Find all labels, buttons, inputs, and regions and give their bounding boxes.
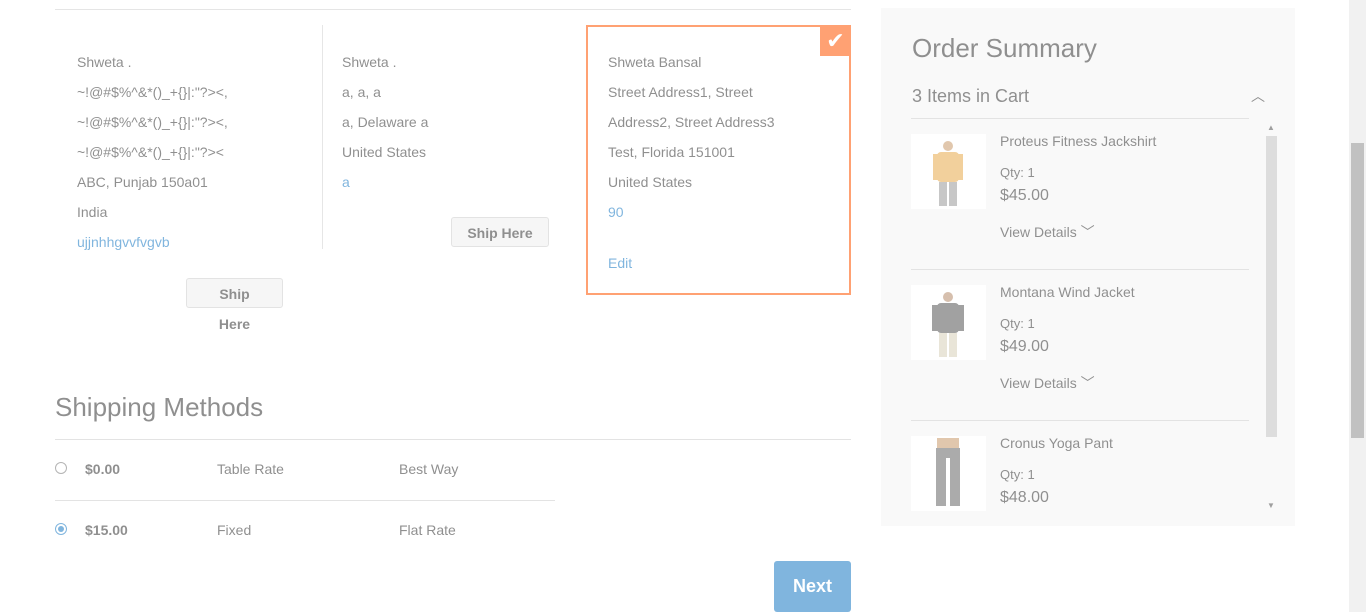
carrier-title: Flat Rate [399,522,456,538]
phone-link[interactable]: ujjnhhgvvfvgvb [77,227,228,257]
address-line: United States [342,144,427,160]
product-image [936,438,960,506]
address-line: India [77,204,108,220]
ship-here-button[interactable]: Ship Here [451,217,549,247]
product-price: $48.00 [1000,489,1049,506]
product-price: $49.00 [1000,338,1049,355]
address-line: ~!@#$%^&*()_+{}|:"?><, [77,84,228,100]
product-thumbnail [911,436,986,511]
view-details-toggle[interactable]: View Details ﹀ [1000,373,1095,393]
view-details-toggle[interactable]: View Details ﹀ [1000,222,1095,242]
scroll-down-icon[interactable]: ▼ [1267,501,1275,510]
address-line: United States [608,174,693,190]
chevron-up-icon[interactable]: ︿ [1251,86,1265,106]
shipping-method-row[interactable]: $0.00 Table Rate Best Way [55,440,555,501]
phone-link[interactable]: a [342,167,428,197]
cart-item: Cronus Yoga Pant Qty: 1 $48.00 [911,421,1249,511]
view-details-label: View Details [1000,375,1077,391]
shipping-method-radio[interactable] [55,462,67,474]
product-thumbnail [911,285,986,360]
method-price: $15.00 [85,522,128,538]
shipping-address-card: Shweta . a, a, a a, Delaware a United St… [342,47,428,197]
divider [322,25,323,249]
address-line: Shweta Bansal [608,54,702,70]
address-line: Shweta . [342,54,397,70]
view-details-label: View Details [1000,224,1077,240]
shipping-address-card: Shweta Bansal Street Address1, Street Ad… [608,47,775,227]
address-line: Address2, Street Address3 [608,114,775,130]
method-price: $0.00 [85,461,121,477]
edit-address-link[interactable]: Edit [608,248,632,278]
shipping-method-row[interactable]: $15.00 Fixed Flat Rate [55,501,555,561]
cart-item: Montana Wind Jacket Qty: 1 $49.00 View D… [911,270,1249,421]
cart-scrollbar[interactable]: ▲ ▼ [1265,123,1278,510]
page-scroll-thumb[interactable] [1351,143,1364,438]
cart-item-list: Proteus Fitness Jackshirt Qty: 1 $45.00 … [911,119,1249,511]
product-qty: Qty: 1 [1000,467,1035,482]
cart-item: Proteus Fitness Jackshirt Qty: 1 $45.00 … [911,119,1249,270]
phone-link[interactable]: 90 [608,197,775,227]
product-qty: Qty: 1 [1000,165,1035,180]
product-name: Cronus Yoga Pant [1000,435,1113,451]
scroll-thumb[interactable] [1266,136,1277,437]
address-line: Street Address1, Street [608,84,753,100]
ship-here-button[interactable]: Ship Here [186,278,283,332]
shipping-methods-title: Shipping Methods [55,392,264,422]
address-line: Shweta . [77,54,132,70]
product-image [933,141,963,206]
shipping-address-card: Shweta . ~!@#$%^&*()_+{}|:"?><, ~!@#$%^&… [77,47,228,257]
order-summary-title: Order Summary [912,33,1097,63]
checkmark-icon: ✔ [820,25,851,56]
method-title: Fixed [217,522,252,538]
product-qty: Qty: 1 [1000,316,1035,331]
items-in-cart-toggle[interactable]: 3 Items in Cart [912,86,1029,107]
product-image [932,292,964,357]
shipping-method-radio[interactable] [55,523,67,535]
product-name: Montana Wind Jacket [1000,284,1135,300]
order-summary: Order Summary 3 Items in Cart ︿ Proteus … [881,8,1295,526]
address-line: ~!@#$%^&*()_+{}|:"?><, [77,114,228,130]
method-title: Table Rate [217,461,284,477]
chevron-down-icon: ﹀ [1080,224,1095,240]
product-thumbnail [911,134,986,209]
product-name: Proteus Fitness Jackshirt [1000,133,1157,149]
address-line: ABC, Punjab 150a01 [77,174,208,190]
address-line: Test, Florida 151001 [608,144,735,160]
carrier-title: Best Way [399,461,459,477]
divider [55,9,851,10]
address-line: a, a, a [342,84,381,100]
chevron-down-icon: ﹀ [1080,375,1095,391]
next-button[interactable]: Next [774,561,851,612]
address-line: a, Delaware a [342,114,429,130]
scroll-up-icon[interactable]: ▲ [1267,123,1275,132]
product-price: $45.00 [1000,187,1049,204]
address-line: ~!@#$%^&*()_+{}|:"?>< [77,144,224,160]
